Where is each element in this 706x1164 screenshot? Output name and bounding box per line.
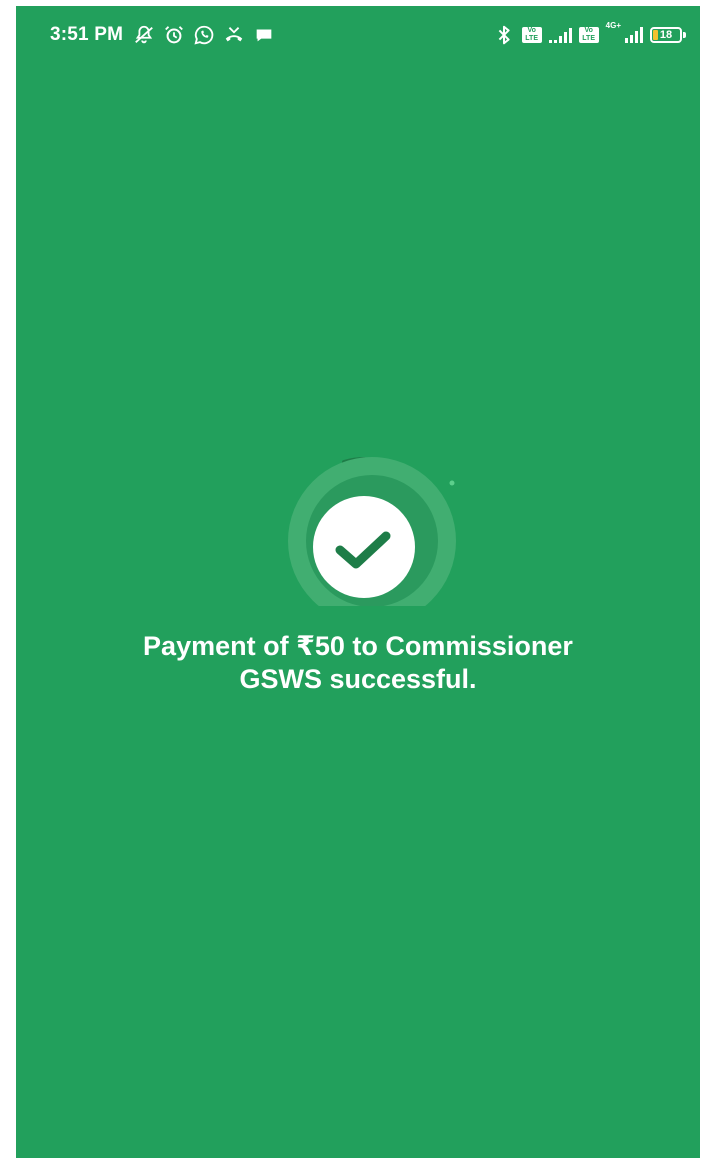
- alarm-icon: [163, 24, 185, 46]
- mute-notifications-icon: [133, 24, 155, 46]
- payment-success-message: Payment of ₹50 to Commissioner GSWS succ…: [16, 630, 700, 696]
- payment-success-screen: 3:51 PM Vo LTE Vo LTE 4G+ 18 Payment of …: [16, 6, 700, 1158]
- chat-bubble-icon: [253, 24, 275, 46]
- network-type-label: 4G+: [605, 21, 621, 30]
- status-bar: 3:51 PM Vo LTE Vo LTE 4G+ 18: [16, 6, 700, 64]
- success-badge: [313, 496, 415, 598]
- success-animation: [282, 446, 462, 606]
- signal-sim2-icon: [625, 27, 643, 43]
- animation-dot: [449, 480, 455, 486]
- battery-level: 18: [659, 29, 673, 41]
- volte-sim2-icon: Vo LTE: [578, 27, 599, 43]
- battery-body: 18: [650, 27, 682, 43]
- status-bar-right: Vo LTE Vo LTE 4G+ 18: [493, 22, 686, 48]
- battery-icon: 18: [650, 27, 686, 43]
- payment-success-line2: GSWS successful.: [239, 664, 477, 694]
- status-bar-left: 3:51 PM: [50, 22, 275, 48]
- status-time: 3:51 PM: [50, 24, 124, 45]
- payment-success-line1: Payment of ₹50 to Commissioner: [143, 631, 573, 661]
- missed-call-icon: [223, 24, 245, 46]
- whatsapp-icon: [193, 24, 215, 46]
- volte-sim1-icon: Vo LTE: [521, 27, 542, 43]
- signal-sim1-icon: [548, 27, 572, 43]
- bluetooth-icon: [493, 24, 515, 46]
- battery-tip: [683, 32, 686, 38]
- battery-fill: [653, 30, 658, 40]
